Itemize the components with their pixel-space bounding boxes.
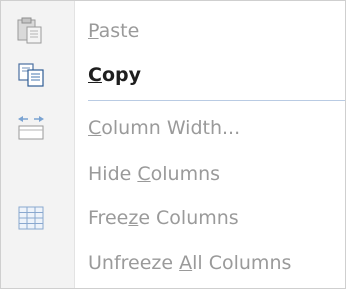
menu-item-label: Freeze Columns xyxy=(88,207,239,229)
menu-item-label: Unfreeze All Columns xyxy=(88,252,292,274)
copy-icon xyxy=(15,60,47,90)
mnemonic: C xyxy=(88,117,102,139)
mnemonic: z xyxy=(128,207,139,229)
menu-separator xyxy=(88,100,345,101)
menu-item-label: Paste xyxy=(88,20,140,42)
mnemonic: C xyxy=(137,163,151,185)
menu-item-label: Hide Columns xyxy=(88,163,221,185)
mnemonic: A xyxy=(179,252,193,274)
menu-item-column-width[interactable]: Column Width... xyxy=(1,104,347,152)
menu-item-label: Column Width... xyxy=(88,117,241,139)
mnemonic: P xyxy=(88,20,99,42)
paste-icon xyxy=(15,16,47,46)
menu-item-unfreeze-all-columns[interactable]: Unfreeze All Columns xyxy=(1,239,347,287)
mnemonic: C xyxy=(88,64,102,86)
context-menu: Paste Copy Column Width... Hide Columns … xyxy=(0,0,346,289)
menu-item-copy[interactable]: Copy xyxy=(1,51,347,99)
menu-item-freeze-columns[interactable]: Freeze Columns xyxy=(1,194,347,242)
column-width-icon xyxy=(15,113,47,143)
menu-item-hide-columns[interactable]: Hide Columns xyxy=(1,150,347,198)
freeze-columns-icon xyxy=(15,203,47,233)
menu-item-label: Copy xyxy=(88,64,141,86)
menu-item-paste[interactable]: Paste xyxy=(1,7,347,55)
